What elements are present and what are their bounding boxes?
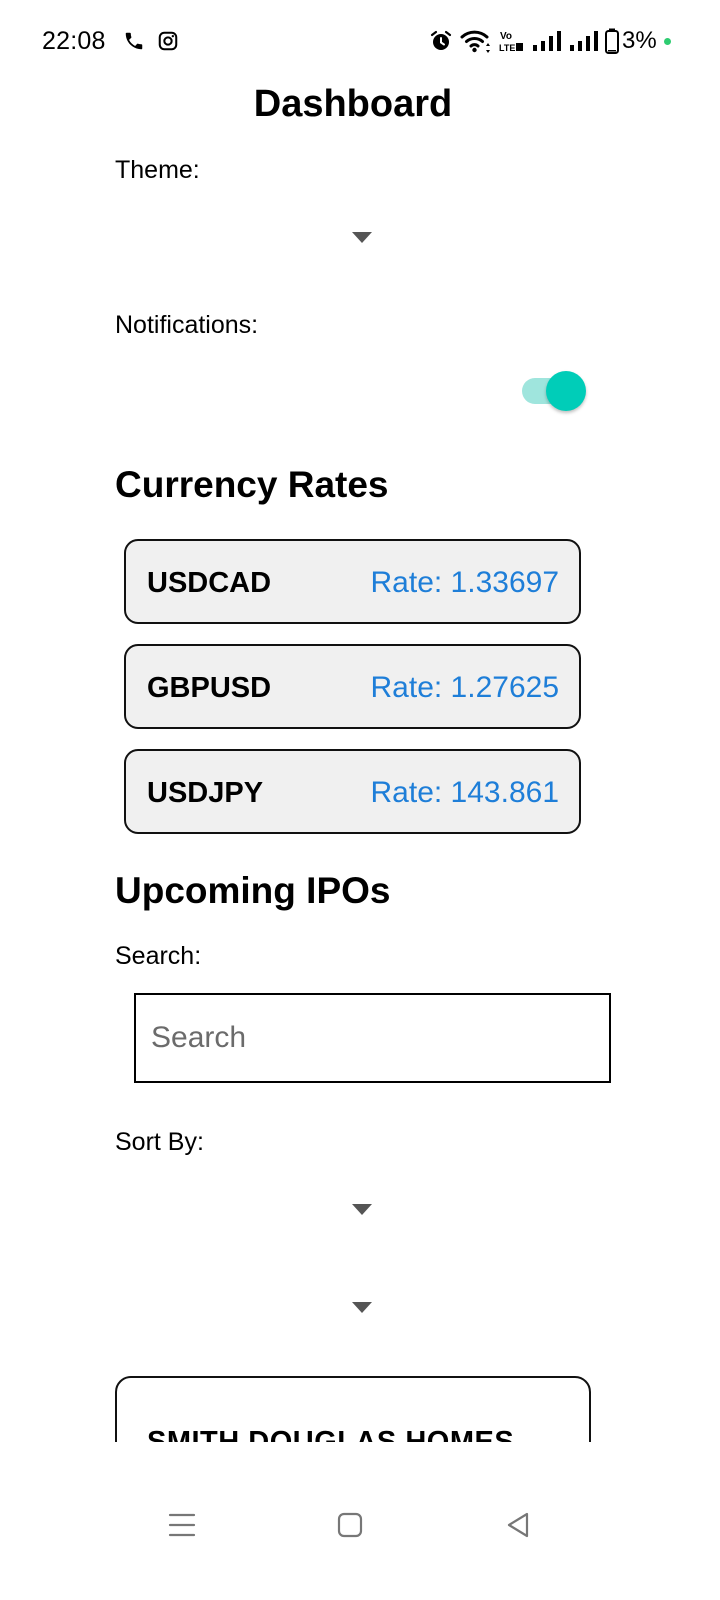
notification-dot bbox=[664, 38, 671, 45]
sort-by-label: Sort By: bbox=[115, 1128, 204, 1156]
svg-text:LTE: LTE bbox=[499, 43, 515, 53]
currency-rate: Rate: 143.861 bbox=[370, 776, 559, 809]
notifications-label: Notifications: bbox=[115, 311, 259, 339]
home-icon[interactable] bbox=[330, 1508, 370, 1542]
sort-by-dropdown[interactable] bbox=[115, 1178, 611, 1240]
phone-icon bbox=[122, 28, 146, 54]
status-bar: 22:08 Vo LTE 3% bbox=[0, 0, 720, 84]
svg-text:Vo: Vo bbox=[500, 31, 512, 42]
search-label: Search: bbox=[115, 942, 202, 970]
battery-icon bbox=[604, 28, 620, 54]
search-input[interactable] bbox=[134, 993, 611, 1083]
chevron-down-icon bbox=[352, 232, 372, 243]
notifications-toggle[interactable] bbox=[520, 368, 588, 414]
ipo-card[interactable]: SMITH DOUGLAS HOMES bbox=[115, 1376, 591, 1442]
theme-dropdown[interactable] bbox=[115, 205, 611, 267]
currency-rate-card[interactable]: USDJPY Rate: 143.861 bbox=[124, 749, 581, 834]
currency-rate: Rate: 1.33697 bbox=[370, 566, 559, 599]
theme-label: Theme: bbox=[115, 156, 200, 184]
status-time: 22:08 bbox=[42, 27, 106, 55]
chevron-down-icon bbox=[352, 1204, 372, 1215]
ipo-list[interactable]: SMITH DOUGLAS HOMES bbox=[0, 1370, 720, 1442]
currency-pair: GBPUSD bbox=[147, 672, 272, 704]
alarm-icon bbox=[428, 28, 454, 54]
currency-rate-card[interactable]: USDCAD Rate: 1.33697 bbox=[124, 539, 581, 624]
sort-order-dropdown[interactable] bbox=[115, 1276, 611, 1338]
signal-icon-2 bbox=[568, 28, 600, 54]
instagram-icon bbox=[156, 28, 180, 54]
chevron-down-icon bbox=[352, 1302, 372, 1313]
currency-rate-card[interactable]: GBPUSD Rate: 1.27625 bbox=[124, 644, 581, 729]
upcoming-ipos-title: Upcoming IPOs bbox=[115, 870, 391, 911]
menu-icon[interactable] bbox=[162, 1508, 202, 1542]
page-title: Dashboard bbox=[253, 83, 453, 125]
battery-percentage: 3% bbox=[622, 27, 657, 54]
wifi-icon bbox=[459, 28, 493, 54]
currency-pair: USDJPY bbox=[147, 777, 264, 809]
volte-icon: Vo LTE bbox=[497, 28, 525, 54]
ipo-name: SMITH DOUGLAS HOMES bbox=[147, 1426, 515, 1442]
currency-pair: USDCAD bbox=[147, 567, 272, 599]
signal-icon bbox=[531, 28, 563, 54]
toggle-thumb bbox=[546, 371, 586, 411]
currency-rate: Rate: 1.27625 bbox=[370, 671, 559, 704]
back-icon[interactable] bbox=[498, 1508, 538, 1542]
currency-rates-title: Currency Rates bbox=[115, 464, 389, 505]
